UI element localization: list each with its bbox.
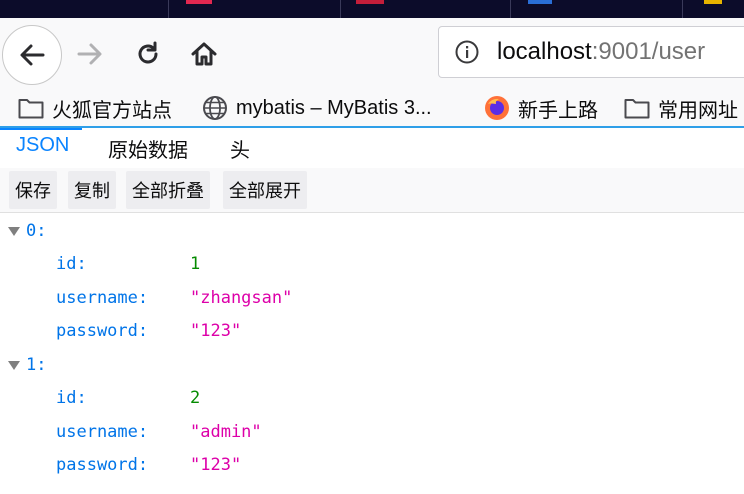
json-tree: 0: id: 1 username: "zhangsan" password: … <box>0 214 744 494</box>
json-key: id: <box>56 254 87 274</box>
back-button[interactable] <box>2 25 62 85</box>
json-key: username: <box>56 288 149 308</box>
save-button[interactable]: 保存 <box>9 171 57 209</box>
bookmark-common-sites[interactable]: 常用网址 <box>624 92 738 124</box>
bookmarks-toolbar: 火狐官方站点 mybatis – MyBatis 3... 新手上路 常用网址 <box>0 90 744 126</box>
url-host: localhost <box>497 38 592 65</box>
home-icon <box>191 42 217 66</box>
json-value: 1 <box>190 254 201 274</box>
bookmark-label: 火狐官方站点 <box>52 99 172 122</box>
site-info-icon[interactable] <box>453 38 481 66</box>
collapse-all-button[interactable]: 全部折叠 <box>126 171 210 209</box>
tab-indicator <box>528 0 552 4</box>
bookmark-getting-started[interactable]: 新手上路 <box>484 92 598 124</box>
arrow-right-icon <box>77 43 102 65</box>
tree-row[interactable]: id: 2 <box>56 385 200 411</box>
json-key: username: <box>56 422 149 442</box>
tree-node-1[interactable]: 1: <box>8 352 46 378</box>
json-value: 2 <box>190 388 201 408</box>
tab-indicator <box>186 0 212 4</box>
firefox-icon <box>484 95 510 121</box>
node-index: 0: <box>26 221 47 241</box>
tree-row[interactable]: password: "123" <box>56 452 241 478</box>
copy-button[interactable]: 复制 <box>68 171 116 209</box>
expand-all-button[interactable]: 全部展开 <box>223 171 307 209</box>
arrow-left-icon <box>20 44 45 66</box>
json-value: "123" <box>190 455 242 475</box>
tab-headers[interactable]: 头 <box>230 134 250 163</box>
tab-separator <box>340 0 341 18</box>
tab-separator <box>510 0 511 18</box>
tab-strip[interactable] <box>0 0 744 18</box>
node-index: 1: <box>26 355 47 375</box>
bookmark-mybatis[interactable]: mybatis – MyBatis 3... <box>202 92 432 124</box>
expand-triangle-icon[interactable] <box>8 226 20 236</box>
tab-indicator <box>704 0 722 4</box>
bookmark-label: 常用网址 <box>658 99 738 122</box>
url-bar[interactable]: localhost:9001/user <box>438 26 744 78</box>
active-tab-indicator <box>0 128 82 130</box>
json-key: password: <box>56 321 149 341</box>
folder-icon <box>624 95 650 121</box>
reload-icon <box>138 41 158 64</box>
tab-json[interactable]: JSON <box>16 134 69 157</box>
bookmark-label: 新手上路 <box>518 99 598 122</box>
tab-separator <box>682 0 683 18</box>
json-key: id: <box>56 388 87 408</box>
tree-node-0[interactable]: 0: <box>8 218 46 244</box>
json-value: "admin" <box>190 422 262 442</box>
json-value: "zhangsan" <box>190 288 293 308</box>
navigation-toolbar: localhost:9001/user <box>0 18 744 90</box>
expand-triangle-icon[interactable] <box>8 360 20 370</box>
tree-row[interactable]: id: 1 <box>56 251 200 277</box>
tab-separator <box>168 0 169 18</box>
url-text: localhost:9001/user <box>497 38 705 66</box>
tab-raw-data[interactable]: 原始数据 <box>108 134 188 163</box>
tree-row[interactable]: password: "123" <box>56 318 241 344</box>
viewer-tabs: JSON 原始数据 头 <box>0 128 744 169</box>
home-button[interactable] <box>184 34 224 74</box>
url-path: :9001/user <box>591 38 706 65</box>
tab-indicator <box>356 0 384 4</box>
json-toolbar: 保存 复制 全部折叠 全部展开 <box>0 168 744 213</box>
reload-button[interactable] <box>128 34 168 74</box>
folder-icon <box>18 95 44 121</box>
bookmark-label: mybatis – MyBatis 3... <box>236 96 432 119</box>
json-value: "123" <box>190 321 242 341</box>
bookmark-firefox-site[interactable]: 火狐官方站点 <box>18 92 172 124</box>
json-key: password: <box>56 455 149 475</box>
tree-row[interactable]: username: "admin" <box>56 419 262 445</box>
forward-button[interactable] <box>70 34 110 74</box>
tree-row[interactable]: username: "zhangsan" <box>56 285 292 311</box>
globe-icon <box>202 95 228 121</box>
